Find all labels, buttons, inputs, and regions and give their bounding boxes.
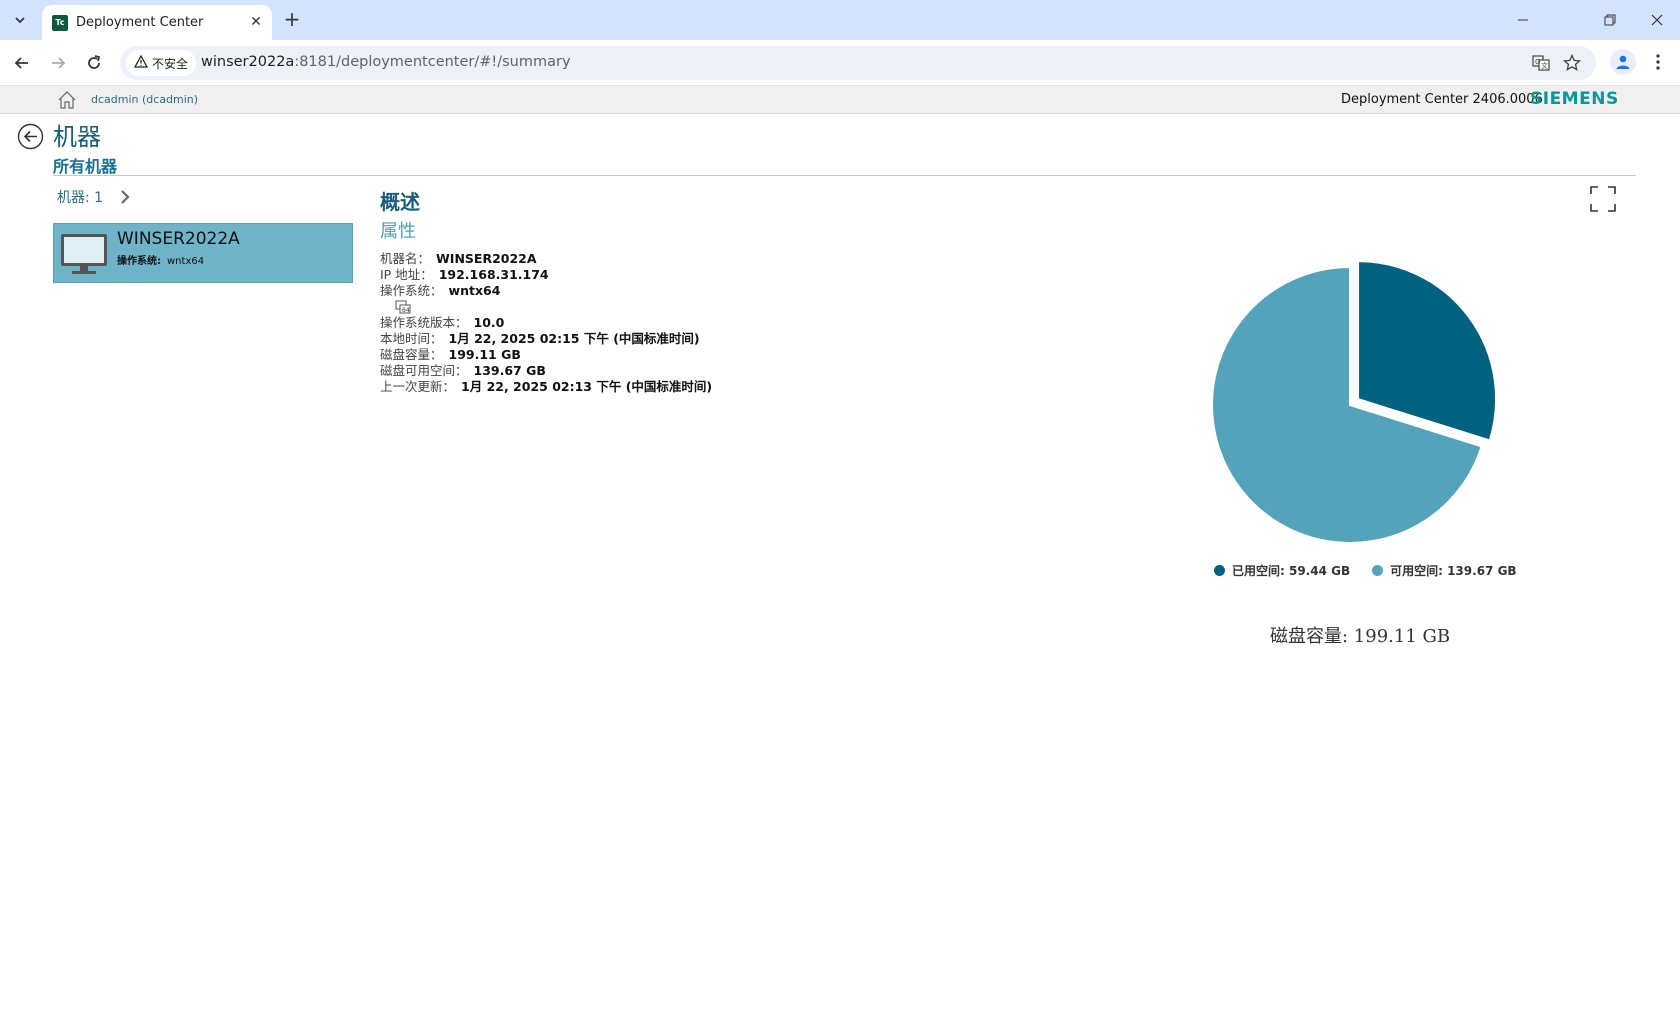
os-64bit-icon: 64 [380, 299, 712, 315]
svg-text:64: 64 [402, 307, 410, 314]
chart-legend: 已用空间: 59.44 GB 可用空间: 139.67 GB [1214, 562, 1517, 579]
security-label: 不安全 [152, 56, 189, 71]
legend-label-free: 可用空间: 139.67 GB [1390, 564, 1517, 578]
legend-item-used[interactable]: 已用空间: 59.44 GB [1214, 562, 1350, 579]
siemens-logo: SIEMENS [1530, 89, 1619, 109]
tab-close-icon[interactable]: ✕ [248, 14, 264, 30]
legend-dot-used [1214, 565, 1225, 576]
property-row: 磁盘可用空间： 139.67 GB [380, 363, 546, 378]
legend-dot-free [1372, 565, 1384, 576]
close-window-icon[interactable] [1645, 8, 1669, 32]
url-text[interactable]: winser2022a:8181/deploymentcenter/#!/sum… [201, 54, 571, 70]
computer-monitor-icon [59, 231, 109, 277]
app-header: dcadmin (dcadmin) Deployment Center 2406… [0, 86, 1680, 114]
security-indicator[interactable]: 不安全 [126, 50, 197, 76]
back-circle-arrow-icon[interactable] [17, 123, 44, 150]
machine-os: 操作系统: wntx64 [117, 256, 205, 267]
machines-count[interactable]: 机器: 1 [57, 187, 103, 207]
fullscreen-icon[interactable] [1590, 186, 1616, 212]
browser-tab-strip: Tc Deployment Center ✕ + [0, 0, 1680, 40]
browser-menu-icon[interactable] [1648, 50, 1668, 74]
svg-text:G: G [1535, 58, 1540, 66]
url-host: winser2022a [201, 54, 295, 70]
home-icon[interactable] [57, 90, 77, 110]
bookmark-star-icon[interactable] [1560, 51, 1584, 75]
tab-title: Deployment Center [76, 15, 204, 30]
legend-item-free[interactable]: 可用空间: 139.67 GB [1372, 562, 1517, 579]
profile-avatar-icon[interactable] [1610, 49, 1636, 75]
browser-tab-active[interactable]: Tc Deployment Center ✕ [42, 5, 272, 40]
page-subtitle: 所有机器 [53, 157, 118, 176]
chevron-down-icon [15, 17, 25, 24]
property-row: 操作系统版本： 10.0 [380, 315, 505, 330]
property-row: IP 地址： 192.168.31.174 [380, 267, 549, 282]
new-tab-button[interactable]: + [281, 9, 303, 31]
minimize-icon[interactable] [1511, 8, 1535, 32]
disk-usage-pie-chart [1211, 260, 1498, 544]
property-row: 磁盘容量： 199.11 GB [380, 347, 521, 362]
forward-arrow-icon[interactable] [46, 51, 70, 75]
chevron-right-icon[interactable] [118, 189, 132, 205]
current-user-link[interactable]: dcadmin (dcadmin) [91, 93, 198, 106]
header-divider [53, 175, 1636, 176]
properties-list: 机器名： WINSER2022A IP 地址： 192.168.31.174 操作系… [380, 251, 712, 395]
translate-icon[interactable]: G文 [1529, 51, 1553, 75]
url-path: :8181/deploymentcenter/#!/summary [294, 54, 571, 70]
property-row: 操作系统： wntx64 [380, 283, 501, 298]
page-title: 机器 [53, 123, 101, 151]
property-row: 上一次更新： 1月 22, 2025 02:13 下午 (中国标准时间) [380, 379, 713, 394]
machine-name: WINSER2022A [117, 229, 240, 249]
properties-heading: 属性 [380, 221, 416, 242]
browser-toolbar: 不安全 winser2022a:8181/deploymentcenter/#!… [0, 40, 1680, 86]
property-row: 本地时间： 1月 22, 2025 02:15 下午 (中国标准时间) [380, 331, 700, 346]
address-bar[interactable]: 不安全 winser2022a:8181/deploymentcenter/#!… [120, 46, 1596, 80]
disk-capacity-caption: 磁盘容量: 199.11 GB [1270, 626, 1451, 647]
product-version: Deployment Center 2406.0006 [1341, 92, 1543, 107]
deployment-center-favicon-icon: Tc [52, 14, 68, 31]
legend-label-used: 已用空间: 59.44 GB [1232, 564, 1351, 578]
back-arrow-icon[interactable] [10, 51, 34, 75]
machine-card[interactable]: WINSER2022A 操作系统: wntx64 [53, 223, 353, 283]
svg-text:文: 文 [1541, 61, 1548, 70]
tab-search-button[interactable] [8, 8, 32, 32]
overview-heading: 概述 [380, 190, 420, 214]
reload-icon[interactable] [82, 51, 106, 75]
property-row: 机器名： WINSER2022A [380, 251, 537, 266]
warning-icon [133, 54, 149, 71]
restore-icon[interactable] [1598, 8, 1622, 32]
